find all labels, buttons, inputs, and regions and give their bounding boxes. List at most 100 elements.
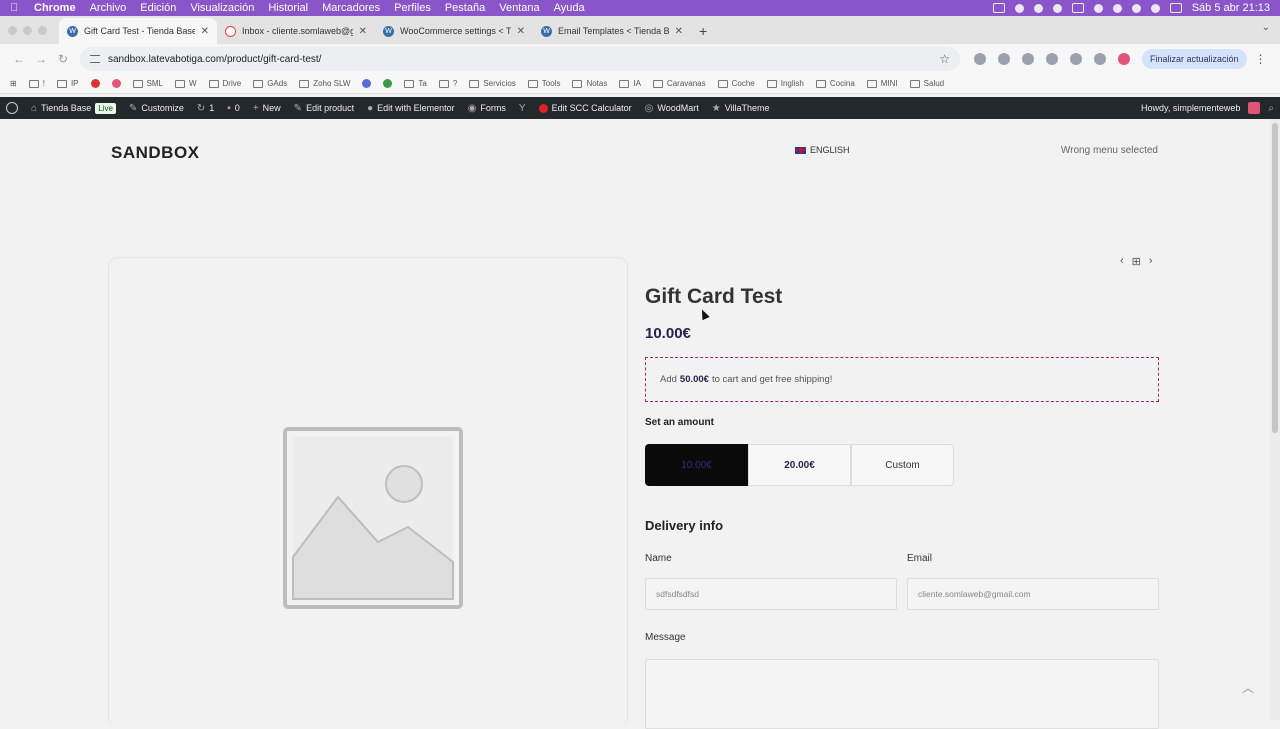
amount-option-10[interactable]: 10.00€ <box>645 444 748 486</box>
bookmark-icon[interactable] <box>362 79 372 88</box>
bookmark-item[interactable]: GAds <box>253 79 287 88</box>
download-icon[interactable] <box>1052 3 1062 13</box>
screen-icon[interactable] <box>992 3 1005 13</box>
address-bar[interactable]: sandbox.latevabotiga.com/product/gift-ca… <box>80 47 960 71</box>
volume-icon[interactable] <box>1112 3 1122 13</box>
name-field[interactable]: sdfsdfsdfsd <box>645 578 897 610</box>
villatheme-link[interactable]: ★ VillaTheme <box>712 103 770 114</box>
tab-woocommerce-settings[interactable]: W WooCommerce settings < Tie ✕ <box>375 18 533 44</box>
zoom-window-button[interactable] <box>38 25 47 35</box>
bookmark-item[interactable]: MINI <box>866 79 898 88</box>
close-window-button[interactable] <box>8 25 17 35</box>
bookmark-item[interactable]: ! <box>28 79 45 88</box>
menubar-clock[interactable]: Sáb 5 abr 21:13 <box>1192 2 1270 14</box>
bookmark-icon[interactable] <box>111 79 121 88</box>
email-field[interactable]: cliente.somlaweb@gmail.com <box>907 578 1159 610</box>
minimize-window-button[interactable] <box>23 25 32 35</box>
bookmark-item[interactable]: Zoho SLW <box>299 79 350 88</box>
youtube-icon[interactable] <box>90 79 100 88</box>
tab-inbox[interactable]: Inbox - cliente.somlaweb@gm ✕ <box>217 18 375 44</box>
scroll-to-top-icon[interactable]: ︿ <box>1242 679 1254 696</box>
bookmark-item[interactable]: Servicios <box>469 79 516 88</box>
sync-icon[interactable] <box>1014 3 1024 13</box>
site-name-link[interactable]: ⌂ Tienda Base Live <box>31 102 116 114</box>
gear-icon[interactable] <box>1033 3 1043 13</box>
edit-product-link[interactable]: ✎ Edit product <box>294 103 354 114</box>
new-content-link[interactable]: + New <box>253 103 281 114</box>
menu-perfiles[interactable]: Perfiles <box>394 2 431 14</box>
message-field[interactable] <box>645 659 1159 729</box>
next-product-icon[interactable]: › <box>1149 255 1153 268</box>
profile-icon[interactable] <box>1118 53 1130 65</box>
tab-email-templates[interactable]: W Email Templates < Tienda Bas ✕ <box>533 18 691 44</box>
menu-archivo[interactable]: Archivo <box>90 2 127 14</box>
extension-icon[interactable] <box>1022 53 1034 65</box>
extension-icon[interactable] <box>1070 53 1082 65</box>
scrollbar-thumb[interactable] <box>1272 123 1278 433</box>
search-icon[interactable]: ⌕ <box>1268 103 1274 114</box>
apps-icon[interactable]: ⊞ <box>10 79 17 88</box>
menu-historial[interactable]: Historial <box>268 2 308 14</box>
bookmark-star-icon[interactable]: ☆ <box>939 52 950 66</box>
forward-icon[interactable]: → <box>30 52 52 66</box>
wifi-icon[interactable] <box>1131 3 1141 13</box>
apple-icon[interactable]:  <box>10 2 20 14</box>
bookmark-item[interactable]: W <box>174 79 197 88</box>
new-tab-button[interactable]: + <box>699 18 707 44</box>
site-logo[interactable]: SANDBOX <box>111 143 200 163</box>
close-tab-icon[interactable]: ✕ <box>359 26 367 37</box>
menu-ayuda[interactable]: Ayuda <box>554 2 585 14</box>
menu-marcadores[interactable]: Marcadores <box>322 2 380 14</box>
bookmark-item[interactable]: Coche <box>717 79 755 88</box>
bookmark-item[interactable]: IP <box>56 79 79 88</box>
menu-ventana[interactable]: Ventana <box>499 2 539 14</box>
play-icon[interactable] <box>1093 3 1103 13</box>
woodmart-link[interactable]: ◎ WoodMart <box>645 103 699 114</box>
puzzle-icon[interactable] <box>1094 53 1106 65</box>
bookmark-item[interactable]: ? <box>438 79 457 88</box>
extension-icon[interactable] <box>1046 53 1058 65</box>
close-tab-icon[interactable]: ✕ <box>201 26 209 37</box>
updates-link[interactable]: ↻ 1 <box>197 103 214 114</box>
menu-visualizacion[interactable]: Visualización <box>190 2 254 14</box>
tab-search-icon[interactable]: ⌄ <box>1262 22 1270 33</box>
tab-gift-card-test[interactable]: W Gift Card Test - Tienda Base ✕ <box>59 18 217 44</box>
forms-link[interactable]: ◉ Forms <box>468 103 506 114</box>
bookmark-item[interactable]: Cocina <box>815 79 855 88</box>
reload-icon[interactable]: ↻ <box>52 52 74 66</box>
extension-icon[interactable] <box>998 53 1010 65</box>
page-scrollbar[interactable] <box>1270 119 1280 720</box>
bookmark-item[interactable]: Notas <box>572 79 607 88</box>
prev-product-icon[interactable]: ‹ <box>1120 255 1124 268</box>
close-tab-icon[interactable]: ✕ <box>517 26 525 37</box>
amount-option-custom[interactable]: Custom <box>851 444 954 486</box>
bookmark-item[interactable]: Ta <box>404 79 427 88</box>
howdy-link[interactable]: Howdy, simplementeweb <box>1141 103 1240 113</box>
back-icon[interactable]: ← <box>8 52 30 66</box>
grid-icon[interactable]: ⊞ <box>1132 255 1141 268</box>
bookmark-item[interactable]: SML <box>132 79 163 88</box>
product-gallery[interactable] <box>108 257 628 727</box>
bookmark-item[interactable]: Inglish <box>766 79 804 88</box>
kebab-menu-icon[interactable]: ⋮ <box>1255 52 1267 66</box>
site-info-icon[interactable] <box>90 55 100 63</box>
extension-icon[interactable] <box>974 53 986 65</box>
update-button[interactable]: Finalizar actualización <box>1142 49 1247 69</box>
language-switcher[interactable]: ENGLISH <box>795 145 850 155</box>
comments-link[interactable]: ▪ 0 <box>227 103 240 114</box>
menu-pestana[interactable]: Pestaña <box>445 2 485 14</box>
bookmark-item[interactable]: Tools <box>527 79 560 88</box>
scc-calculator-link[interactable]: Edit SCC Calculator <box>538 103 632 113</box>
customize-link[interactable]: ✎ Customize <box>129 103 184 114</box>
amount-option-20[interactable]: 20.00€ <box>748 444 851 486</box>
bookmark-item[interactable]: Salud <box>909 79 944 88</box>
control-center-icon[interactable] <box>1169 3 1182 13</box>
bookmark-icon[interactable] <box>383 79 393 88</box>
bookmark-item[interactable]: IA <box>619 79 641 88</box>
url-text[interactable]: sandbox.latevabotiga.com/product/gift-ca… <box>108 54 939 65</box>
yoast-icon[interactable]: Y <box>519 103 526 114</box>
battery-icon[interactable] <box>1071 3 1084 13</box>
avatar[interactable] <box>1248 102 1261 114</box>
wordpress-logo-icon[interactable] <box>6 102 18 114</box>
close-tab-icon[interactable]: ✕ <box>675 26 683 37</box>
